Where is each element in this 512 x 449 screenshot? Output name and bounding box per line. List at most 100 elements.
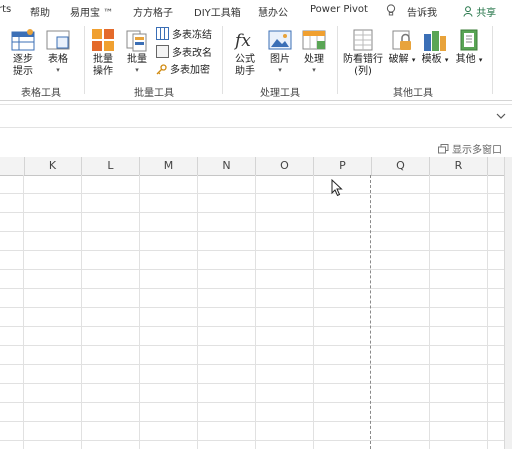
template-text: 模板	[421, 54, 442, 65]
group-label-table-tools: 表格工具	[21, 88, 61, 99]
batch-op-label-1: 批量	[93, 54, 113, 65]
ribbon-tab-bar: rts 帮助 易用宝 ™ 方方格子 DIY工具箱 慧办公 Power Pivot…	[0, 0, 512, 22]
grid-line	[0, 193, 504, 194]
column-header-l[interactable]: L	[82, 157, 140, 175]
process-button[interactable]: 处理 ▾	[299, 28, 329, 74]
tab-easyuse[interactable]: 易用宝 ™	[70, 4, 113, 19]
expand-formula-chevron-icon[interactable]	[496, 112, 506, 120]
step-hint-button[interactable]: 逐步 提示	[8, 28, 38, 78]
multi-freeze-button[interactable]: 多表冻结	[156, 27, 212, 42]
column-header-p[interactable]: P	[314, 157, 372, 175]
column-header-bar: K L M N O P Q R	[0, 157, 504, 176]
grid-line	[313, 175, 314, 449]
crack-text: 破解	[388, 54, 409, 65]
column-header-partial[interactable]	[0, 157, 25, 175]
formula-bar[interactable]	[0, 104, 512, 128]
other-tools-icon	[457, 28, 481, 52]
grid-line	[0, 212, 504, 213]
grid-line	[0, 345, 504, 346]
tab-huibangong[interactable]: 慧办公	[258, 4, 288, 19]
template-label: 模板 ▾	[420, 54, 450, 66]
chevron-down-icon: ▾	[278, 66, 282, 74]
show-multi-window-label: 显示多窗口	[452, 145, 502, 156]
grid-line	[0, 250, 504, 251]
column-header-o[interactable]: O	[256, 157, 314, 175]
batch-label: 批量	[127, 54, 147, 65]
tab-power-pivot[interactable]: Power Pivot	[310, 4, 368, 15]
other-text: 其他	[455, 54, 476, 65]
svg-text:fx: fx	[233, 31, 251, 51]
rename-icon	[156, 45, 169, 58]
antipeek-label-2: (列)	[354, 66, 372, 77]
grid-line	[0, 231, 504, 232]
step-label-1: 逐步	[13, 54, 33, 65]
formula-label-1: 公式	[235, 54, 255, 65]
multi-encrypt-label: 多表加密	[170, 65, 210, 76]
grid-line	[429, 175, 430, 449]
column-header-m[interactable]: M	[140, 157, 198, 175]
batch-operation-button[interactable]: 批量 操作	[88, 28, 118, 78]
multi-rename-button[interactable]: 多表改名	[156, 45, 212, 60]
image-button[interactable]: 图片 ▾	[265, 28, 295, 74]
antipeek-label-1: 防看错行	[343, 54, 383, 65]
image-label: 图片	[270, 54, 290, 65]
lock-icon	[390, 28, 414, 52]
restore-window-icon	[437, 144, 449, 154]
other-label: 其他 ▾	[454, 54, 484, 66]
multi-rename-label: 多表改名	[172, 48, 212, 59]
tab-fangfang[interactable]: 方方格子	[133, 4, 173, 19]
grid-line	[0, 269, 504, 270]
function-fx-icon: fx	[233, 28, 257, 52]
group-divider	[222, 26, 223, 94]
chevron-down-icon: ▾	[478, 56, 483, 64]
crack-label: 破解 ▾	[387, 54, 417, 66]
batch-button[interactable]: 批量 ▾	[122, 28, 152, 74]
batch-docs-icon	[125, 28, 149, 52]
template-button[interactable]: 模板 ▾	[420, 28, 450, 66]
grid-line	[0, 440, 504, 441]
other-button[interactable]: 其他 ▾	[454, 28, 484, 66]
column-header-partial[interactable]	[488, 157, 504, 175]
page-break-line	[370, 175, 371, 449]
share-button[interactable]: 共享	[463, 4, 496, 19]
vertical-scrollbar[interactable]	[504, 157, 512, 449]
worksheet-grid[interactable]: K L M N O P Q R	[0, 157, 504, 449]
tab-diy-toolbox[interactable]: DIY工具箱	[194, 4, 241, 19]
share-label: 共享	[476, 8, 497, 19]
tab-partial[interactable]: rts	[0, 4, 11, 15]
grid-line	[0, 326, 504, 327]
chevron-down-icon: ▾	[135, 66, 139, 74]
group-divider	[84, 26, 85, 94]
column-header-k[interactable]: K	[24, 157, 82, 175]
grid-line	[23, 175, 24, 449]
process-label: 处理	[304, 54, 324, 65]
group-divider	[492, 26, 493, 94]
grid-line	[487, 175, 488, 449]
grid-line	[255, 175, 256, 449]
multi-encrypt-button[interactable]: 多表加密	[156, 63, 210, 78]
grid-line	[139, 175, 140, 449]
grid-line	[0, 288, 504, 289]
show-multi-window-button[interactable]: 显示多窗口	[437, 141, 502, 156]
table-button[interactable]: 表格 ▾	[43, 28, 73, 74]
column-header-q[interactable]: Q	[372, 157, 430, 175]
anti-misread-button[interactable]: 防看错行 (列)	[342, 28, 384, 78]
batch-op-label-2: 操作	[93, 66, 113, 77]
tab-tell-me[interactable]: 告诉我	[407, 4, 437, 19]
table-icon	[46, 28, 70, 52]
grid-line	[0, 421, 504, 422]
formula-label-2: 助手	[235, 66, 255, 77]
chevron-down-icon: ▾	[444, 56, 449, 64]
group-label-process-tools: 处理工具	[260, 88, 300, 99]
grid-line	[197, 175, 198, 449]
tab-help[interactable]: 帮助	[30, 4, 50, 19]
column-header-n[interactable]: N	[198, 157, 256, 175]
group-label-other-tools: 其他工具	[393, 88, 433, 99]
group-divider	[337, 26, 338, 94]
formula-assistant-button[interactable]: fx 公式 助手	[230, 28, 260, 78]
crack-button[interactable]: 破解 ▾	[387, 28, 417, 66]
column-header-r[interactable]: R	[430, 157, 488, 175]
person-icon	[463, 6, 473, 17]
batch-grid-icon	[91, 28, 115, 52]
picture-icon	[268, 28, 292, 52]
